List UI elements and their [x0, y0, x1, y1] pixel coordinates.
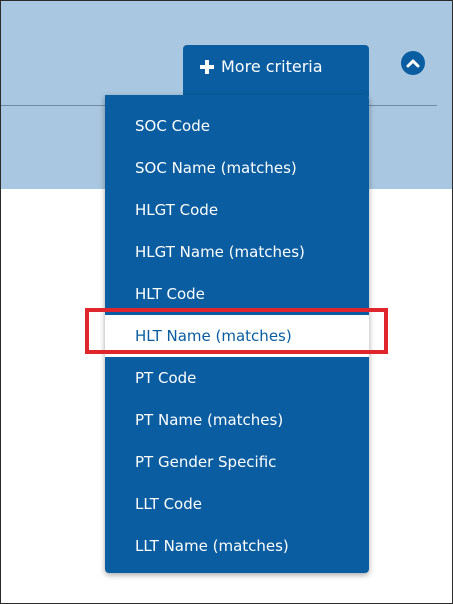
menu-item-soc-code[interactable]: SOC Code: [105, 105, 369, 147]
screenshot-frame: More criteria SOC Code SOC Name (matches…: [0, 0, 453, 604]
menu-item-pt-code[interactable]: PT Code: [105, 357, 369, 399]
menu-item-pt-name[interactable]: PT Name (matches): [105, 399, 369, 441]
more-criteria-dropdown: SOC Code SOC Name (matches) HLGT Code HL…: [105, 95, 369, 573]
criteria-menu-list: SOC Code SOC Name (matches) HLGT Code HL…: [105, 105, 369, 567]
menu-item-llt-name[interactable]: LLT Name (matches): [105, 525, 369, 567]
menu-item-hlgt-code[interactable]: HLGT Code: [105, 189, 369, 231]
chevron-up-icon: [406, 59, 420, 68]
menu-item-hlt-name[interactable]: HLT Name (matches): [105, 315, 369, 357]
plus-icon: [199, 59, 215, 75]
menu-item-hlgt-name[interactable]: HLGT Name (matches): [105, 231, 369, 273]
menu-item-hlt-code[interactable]: HLT Code: [105, 273, 369, 315]
menu-item-llt-code[interactable]: LLT Code: [105, 483, 369, 525]
more-criteria-button[interactable]: More criteria: [183, 45, 369, 97]
menu-item-soc-name[interactable]: SOC Name (matches): [105, 147, 369, 189]
menu-item-pt-gender-specific[interactable]: PT Gender Specific: [105, 441, 369, 483]
collapse-button[interactable]: [401, 51, 425, 75]
more-criteria-label: More criteria: [221, 57, 323, 76]
